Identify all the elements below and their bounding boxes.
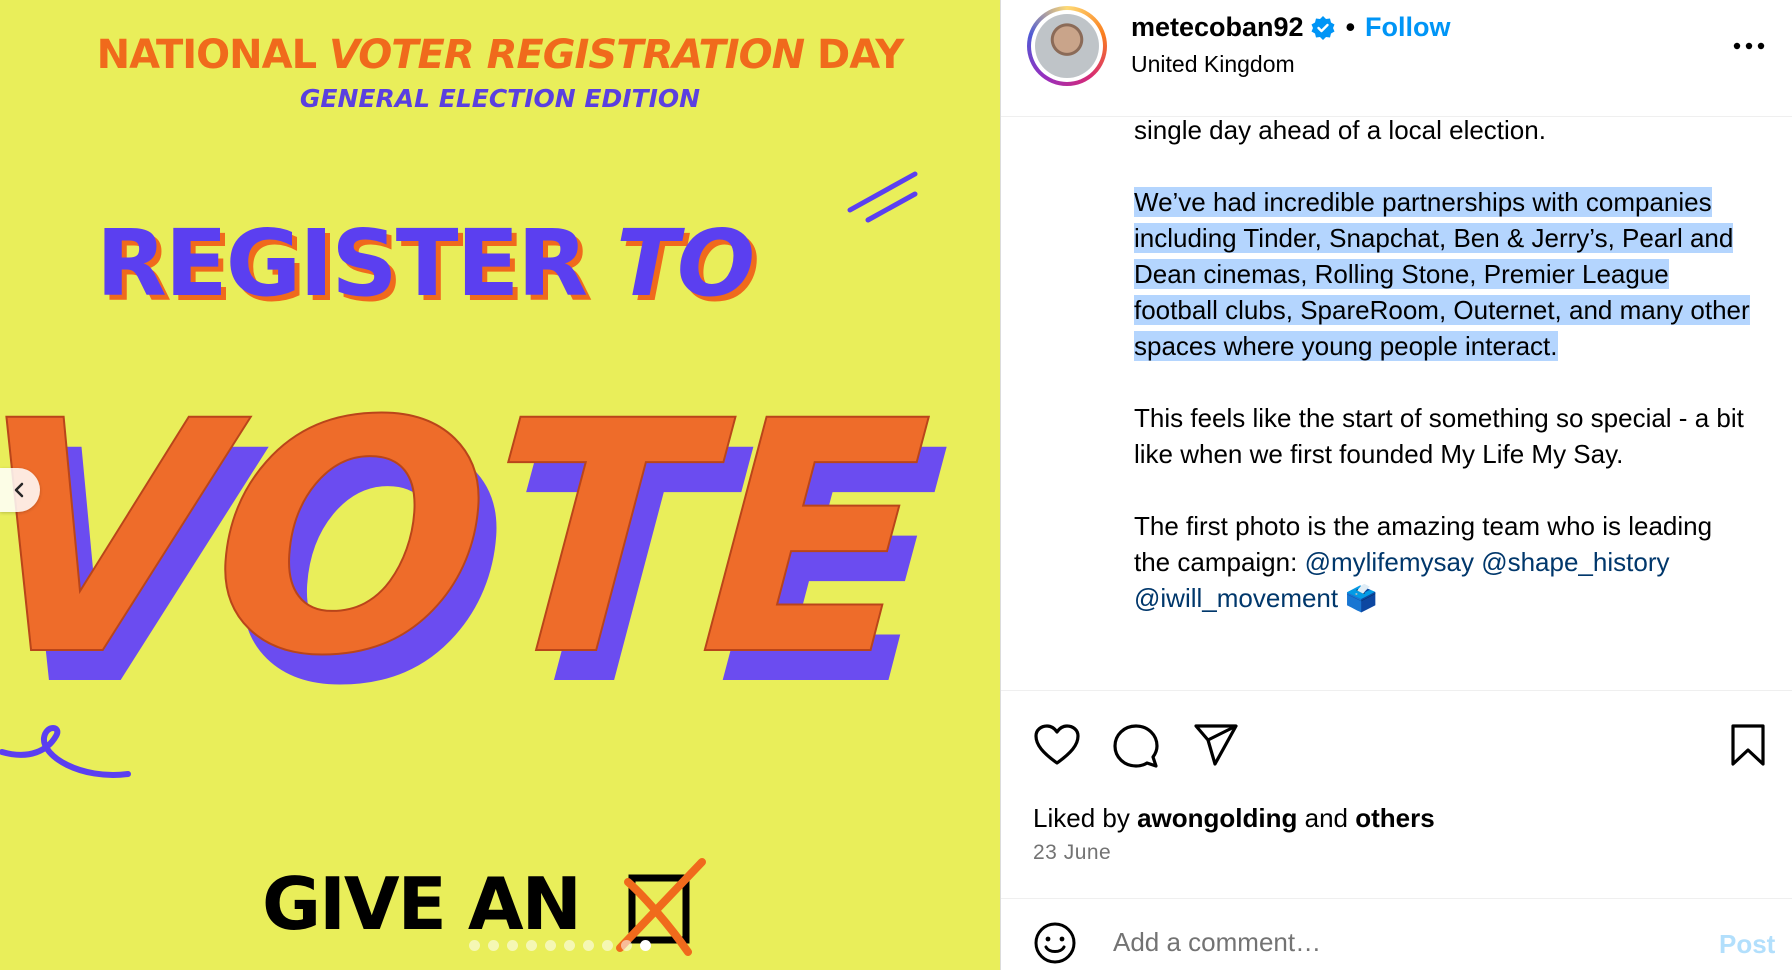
chevron-left-icon <box>14 482 24 498</box>
post-header: metecoban92 • Follow United Kingdom <box>1001 0 1792 117</box>
follow-button[interactable]: Follow <box>1365 12 1450 43</box>
poster-title-national: NATIONAL <box>96 32 317 78</box>
comment-input[interactable] <box>1113 927 1633 958</box>
liked-by-others-link[interactable]: others <box>1355 803 1434 833</box>
carousel-dot <box>621 940 632 951</box>
liked-by-prefix: Liked by <box>1033 803 1138 833</box>
carousel-dot <box>583 940 594 951</box>
heart-icon[interactable] <box>1033 723 1081 767</box>
mention-shape-history[interactable]: @shape_history <box>1481 547 1669 577</box>
location-link[interactable]: United Kingdom <box>1131 51 1295 78</box>
post-comment-button[interactable]: Post <box>1719 929 1775 960</box>
post-caption: single day ahead of a local election. We… <box>1134 112 1754 652</box>
carousel-dot <box>488 940 499 951</box>
post-side-panel: single day ahead of a local election. We… <box>1000 0 1792 970</box>
liked-by-user-link[interactable]: awongolding <box>1137 803 1297 833</box>
carousel-dot <box>640 940 651 951</box>
liked-by: Liked by awongolding and others <box>1033 803 1435 834</box>
liked-by-and: and <box>1297 803 1356 833</box>
post-image[interactable]: NATIONAL VOTER REGISTRATION DAY GENERAL … <box>0 0 1000 970</box>
username-row: metecoban92 • Follow <box>1131 12 1451 43</box>
caption-paragraph-3: This feels like the start of something s… <box>1134 403 1744 469</box>
more-options-icon[interactable] <box>1729 28 1769 64</box>
comment-icon[interactable] <box>1113 723 1159 769</box>
poster-vote-art: VOTE VOTE <box>0 171 955 778</box>
post-date[interactable]: 23 June <box>1033 841 1111 865</box>
poster-title-voter-registration: VOTER REGISTRATION <box>329 32 805 78</box>
emoji-icon[interactable] <box>1033 921 1077 965</box>
carousel-dot <box>526 940 537 951</box>
caption-paragraph-2: We’ve had incredible partnerships with c… <box>1134 184 1754 364</box>
bookmark-icon[interactable] <box>1729 723 1767 767</box>
carousel-dot <box>602 940 613 951</box>
selected-text: We’ve had incredible partnerships with c… <box>1134 187 1750 361</box>
post-actions: Liked by awongolding and others 23 June <box>1001 690 1792 897</box>
poster-title: NATIONAL VOTER REGISTRATION DAY <box>0 32 1000 78</box>
poster-subtitle: GENERAL ELECTION EDITION <box>299 84 701 113</box>
verified-badge-icon <box>1311 15 1335 40</box>
carousel-dot <box>564 940 575 951</box>
carousel-dots <box>0 940 1000 951</box>
header-separator: • <box>1345 12 1356 42</box>
username-link[interactable]: metecoban92 <box>1131 12 1304 43</box>
share-icon[interactable] <box>1193 723 1239 767</box>
avatar[interactable] <box>1027 6 1107 86</box>
poster-vote-text: VOTE <box>0 353 937 726</box>
mention-iwill-movement[interactable]: @iwill_movement <box>1134 583 1338 613</box>
ballot-box-emoji-icon: 🗳️ <box>1345 583 1378 613</box>
caption-paragraph-4: The first photo is the amazing team who … <box>1134 508 1754 616</box>
carousel-dot <box>469 940 480 951</box>
carousel-dot <box>507 940 518 951</box>
carousel-dot <box>545 940 556 951</box>
comment-bar: Post <box>1001 898 1792 970</box>
poster-title-day: DAY <box>817 32 904 78</box>
mention-mylifemysay[interactable]: @mylifemysay <box>1305 547 1474 577</box>
avatar-photo <box>1035 14 1099 78</box>
caption-paragraph-1: single day ahead of a local election. <box>1134 115 1546 145</box>
